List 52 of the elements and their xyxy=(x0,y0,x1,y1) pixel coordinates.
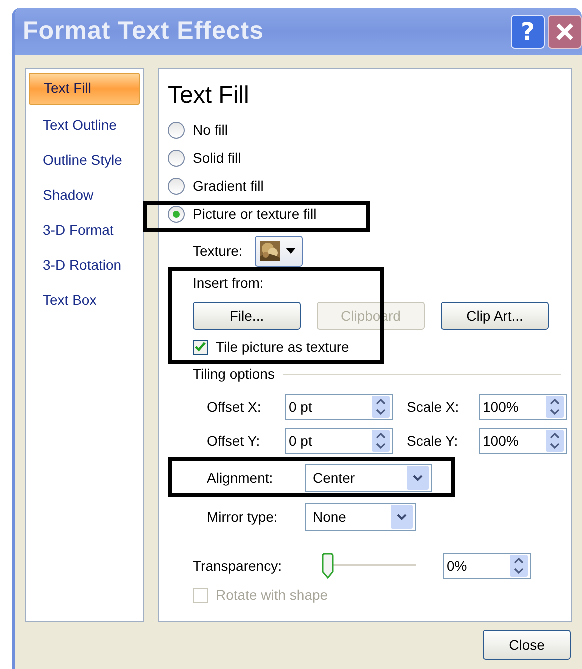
spin-arrows-icon[interactable] xyxy=(372,396,390,418)
combo-label: Alignment: xyxy=(206,470,274,486)
transparency-label: Transparency: xyxy=(193,558,283,574)
spin-arrows-icon[interactable] xyxy=(546,396,564,418)
panel-heading: Text Fill xyxy=(168,81,250,111)
radio-button[interactable] xyxy=(168,206,185,222)
checkbox-label[interactable]: Tile picture as texture xyxy=(216,339,350,355)
texture-dropdown[interactable] xyxy=(254,236,303,266)
spinner-field[interactable]: 100% xyxy=(479,394,567,420)
radio-label[interactable]: No fill xyxy=(193,122,228,138)
category-item[interactable]: Shadow xyxy=(29,180,140,210)
slider-thumb[interactable] xyxy=(322,553,334,579)
help-button[interactable]: ? xyxy=(511,14,545,48)
spin-arrows-icon[interactable] xyxy=(510,555,528,577)
close-button[interactable] xyxy=(548,14,582,48)
close-dialog-button[interactable]: Close xyxy=(483,630,571,660)
spinner-field[interactable]: 0% xyxy=(443,553,531,579)
spinner-label: Offset X: xyxy=(207,399,262,415)
spinner-field[interactable]: 0 pt xyxy=(285,394,393,420)
group-label: Tiling options xyxy=(193,366,275,382)
caret-icon xyxy=(286,248,296,254)
category-item[interactable]: 3-D Rotation xyxy=(29,250,140,280)
spin-arrows-icon[interactable] xyxy=(372,430,390,452)
dropdown-field[interactable]: None xyxy=(305,503,416,531)
radio-button[interactable] xyxy=(168,178,185,194)
category-item[interactable]: Text Box xyxy=(29,285,140,315)
spinner-field[interactable]: 100% xyxy=(479,428,567,454)
category-item[interactable]: Text Fill xyxy=(29,73,140,105)
chevron-icon[interactable] xyxy=(407,466,429,490)
spinner-label: Offset Y: xyxy=(207,433,262,449)
spinner-label: Scale X: xyxy=(406,399,460,415)
spinner-label: Scale Y: xyxy=(406,433,460,449)
radio-label[interactable]: Solid fill xyxy=(193,150,242,166)
close-icon[interactable] xyxy=(554,20,576,42)
category-item[interactable]: Text Outline xyxy=(29,110,140,140)
spinner-field[interactable]: 0 pt xyxy=(285,428,393,454)
category-item[interactable]: Outline Style xyxy=(29,145,140,175)
radio-label[interactable]: Picture or texture fill xyxy=(193,206,317,222)
radio-label[interactable]: Gradient fill xyxy=(193,178,264,194)
texture-label: Texture: xyxy=(193,243,243,259)
insert-button[interactable]: Clip Art... xyxy=(441,302,549,330)
category-item[interactable]: 3-D Format xyxy=(29,215,140,245)
window-title: Format Text Effects xyxy=(23,17,266,46)
insert-from-label: Insert from: xyxy=(193,274,265,293)
dropdown-field[interactable]: Center xyxy=(305,464,432,492)
insert-button[interactable]: File... xyxy=(193,302,301,330)
combo-label: Mirror type: xyxy=(206,509,279,525)
checkbox[interactable] xyxy=(193,340,208,354)
radio-button[interactable] xyxy=(168,122,185,138)
chevron-icon[interactable] xyxy=(391,505,413,529)
spin-arrows-icon[interactable] xyxy=(546,430,564,452)
radio-button[interactable] xyxy=(168,150,185,166)
